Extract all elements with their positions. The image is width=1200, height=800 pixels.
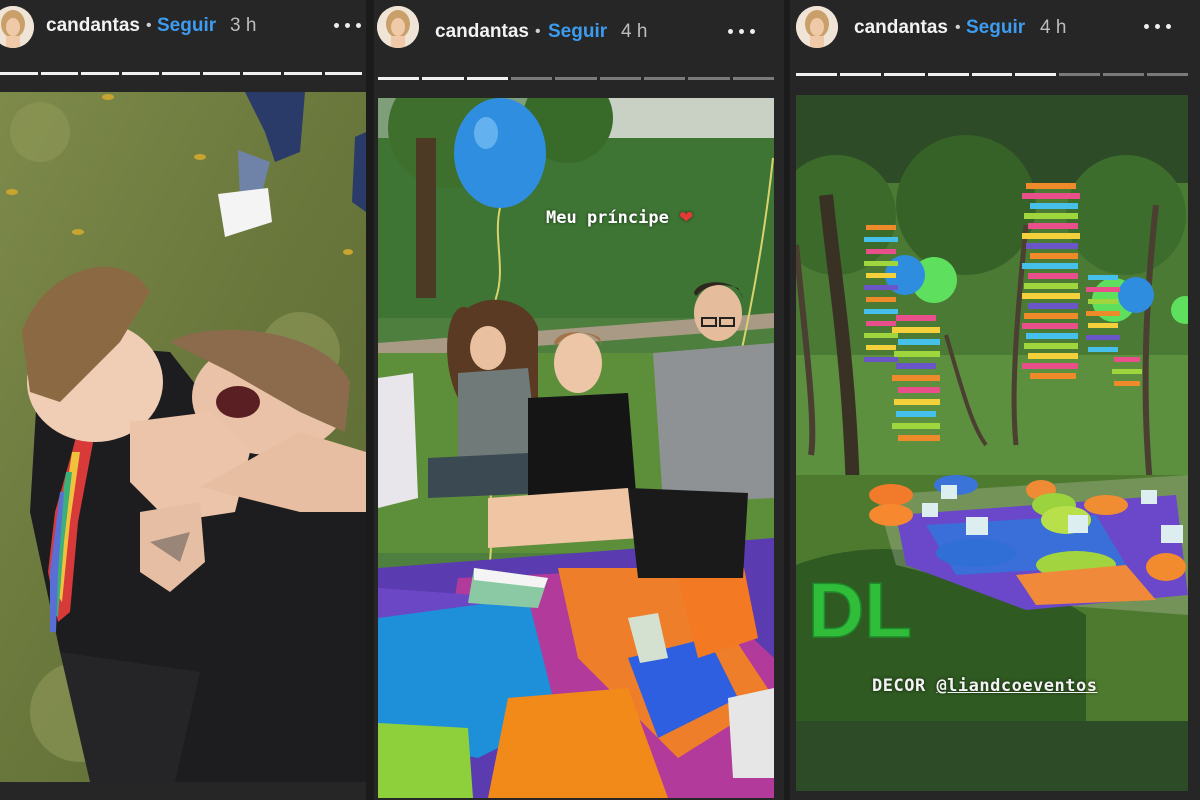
follow-button[interactable]: Seguir — [966, 17, 1025, 39]
progress-segment — [927, 73, 969, 76]
separator-dot: • — [955, 19, 961, 36]
progress-segment — [283, 72, 322, 75]
story-caption: Meu príncipe ❤ — [546, 208, 693, 228]
progress-segment — [839, 73, 881, 76]
progress-segment — [121, 72, 160, 75]
username[interactable]: candantas — [46, 15, 140, 37]
avatar[interactable] — [796, 6, 838, 48]
story-progress-bar — [378, 77, 774, 80]
progress-segment — [422, 77, 464, 80]
progress-segment — [688, 77, 730, 80]
progress-segment — [796, 73, 837, 76]
progress-segment — [202, 72, 241, 75]
progress-segment — [243, 72, 281, 75]
progress-segment — [555, 77, 597, 80]
story-panel-1: candantas • Seguir 3 h — [0, 0, 366, 800]
progress-segment — [1147, 73, 1189, 76]
story-header: candantas • Seguir 4 h — [374, 0, 784, 60]
follow-button[interactable]: Seguir — [548, 21, 607, 43]
progress-segment — [1015, 73, 1057, 76]
follow-button[interactable]: Seguir — [157, 15, 216, 37]
story-header: candantas • Seguir 3 h — [0, 0, 366, 60]
progress-segment — [1103, 73, 1145, 76]
username[interactable]: candantas — [854, 17, 948, 39]
progress-segment — [883, 73, 925, 76]
post-time: 4 h — [621, 21, 648, 42]
more-options-icon[interactable] — [728, 20, 758, 44]
progress-segment — [324, 72, 363, 75]
progress-segment — [971, 73, 1013, 76]
dl-sign: DL — [808, 566, 912, 654]
post-time: 4 h — [1040, 17, 1067, 38]
progress-segment — [599, 77, 641, 80]
story-progress-bar — [0, 72, 363, 75]
avatar[interactable] — [377, 6, 419, 48]
decor-credit: DECOR @liandcoeventos — [872, 676, 1097, 696]
story-panel-2: candantas • Seguir 4 h Meu príncipe ❤ — [374, 0, 784, 800]
more-options-icon[interactable] — [1144, 15, 1174, 39]
progress-segment — [1059, 73, 1101, 76]
progress-segment — [162, 72, 200, 75]
progress-segment — [378, 77, 420, 80]
decor-prefix: DECOR — [872, 676, 926, 696]
progress-segment — [40, 72, 79, 75]
mention-link[interactable]: @liandcoeventos — [936, 676, 1097, 696]
progress-segment — [732, 77, 774, 80]
avatar[interactable] — [0, 6, 34, 48]
progress-segment — [0, 72, 38, 75]
story-photo[interactable] — [0, 92, 366, 782]
more-options-icon[interactable] — [334, 14, 364, 38]
progress-segment — [643, 77, 686, 80]
story-progress-bar — [796, 73, 1189, 76]
story-photo[interactable] — [378, 98, 774, 798]
post-time: 3 h — [230, 15, 257, 36]
username[interactable]: candantas — [435, 21, 529, 43]
separator-dot: • — [535, 23, 541, 40]
story-header: candantas • Seguir 4 h — [790, 0, 1200, 60]
caption-text: Meu príncipe — [546, 208, 669, 228]
story-panel-3: candantas • Seguir 4 h DL DECOR @liandco… — [790, 0, 1200, 800]
heart-emoji-icon: ❤ — [679, 208, 694, 228]
progress-segment — [81, 72, 119, 75]
progress-segment — [466, 77, 508, 80]
separator-dot: • — [146, 17, 152, 34]
progress-segment — [510, 77, 553, 80]
